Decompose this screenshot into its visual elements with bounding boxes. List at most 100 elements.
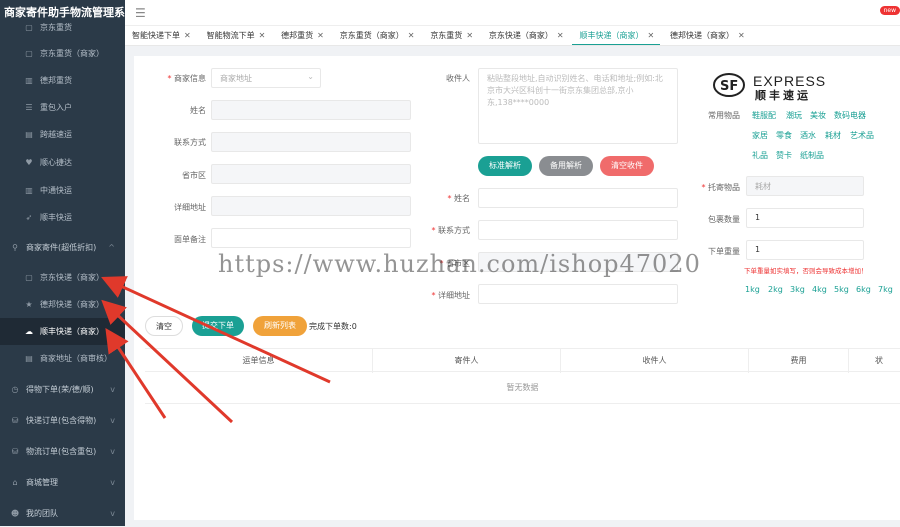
- close-icon[interactable]: ✕: [647, 31, 654, 40]
- chip-item[interactable]: 耗材: [825, 130, 841, 141]
- common-items-label: 常用物品: [708, 111, 740, 120]
- refresh-list-button[interactable]: 刷新列表: [253, 316, 307, 336]
- weight-warning: 下单重量如实填写，否则会导致成本增加！: [744, 267, 868, 275]
- parcel-count-input[interactable]: 1: [746, 208, 864, 228]
- close-icon[interactable]: ✕: [557, 31, 564, 40]
- chip-item[interactable]: 零食: [776, 130, 792, 141]
- close-icon[interactable]: ✕: [466, 31, 473, 40]
- tab-jd-express-merchant[interactable]: 京东快递（商家） ✕: [482, 26, 570, 45]
- table-empty-state: 暂无数据: [145, 372, 900, 404]
- goods-input[interactable]: 耗材: [746, 176, 864, 196]
- sender-contact-input[interactable]: [211, 132, 411, 152]
- chip-item[interactable]: 潮玩: [786, 110, 802, 121]
- submit-order-button[interactable]: 提交下单: [192, 316, 244, 336]
- chip-item[interactable]: 艺术品: [850, 130, 874, 141]
- sender-region-input[interactable]: [211, 164, 411, 184]
- kg-option[interactable]: 6kg: [856, 285, 871, 294]
- kg-option[interactable]: 4kg: [812, 285, 827, 294]
- sidebar-group-team[interactable]: ☻ 我的团队 v: [0, 500, 125, 527]
- sidebar-item-deppon-express-merchant[interactable]: ★ 德邦快递（商家）: [0, 291, 125, 318]
- sidebar-group-merchant-send[interactable]: ⚲ 商家寄件(超低折扣) ^: [0, 234, 125, 261]
- sidebar-item-label: 得物下单(荣/德/顺): [26, 385, 94, 394]
- receiver-paste-textarea[interactable]: 粘贴整段地址,自动识别姓名、电话和地址;例如:北京市大兴区科创十一街京东集团总部…: [478, 68, 678, 144]
- chip-item[interactable]: 数码电器: [834, 110, 866, 121]
- receiver-label: 收件人: [446, 74, 470, 83]
- receiver-contact-input[interactable]: [478, 220, 678, 240]
- sidebar-item-jd-heavy[interactable]: ▢ 京东重货: [0, 14, 125, 41]
- merchant-address-select[interactable]: 商家地址 ⌄: [211, 68, 321, 88]
- sidebar-item-label: 我的团队: [26, 509, 58, 518]
- kg-option[interactable]: 5kg: [834, 285, 849, 294]
- sidebar-group-mall[interactable]: ⌂ 商城管理 v: [0, 469, 125, 496]
- close-icon[interactable]: ✕: [738, 31, 745, 40]
- kg-option[interactable]: 7kg: [878, 285, 893, 294]
- sidebar-item-jd-express-merchant[interactable]: ▢ 京东快递（商家）: [0, 264, 125, 291]
- clear-receiver-button[interactable]: 清空收件: [600, 156, 654, 176]
- sidebar-group-logistics-orders[interactable]: ⛁ 物流订单(包含重包) v: [0, 438, 125, 465]
- weight-input[interactable]: 1: [746, 240, 864, 260]
- chip-item[interactable]: 家居: [752, 130, 768, 141]
- receiver-region-input[interactable]: [478, 252, 678, 272]
- backup-parse-button[interactable]: 备用解析: [539, 156, 593, 176]
- chip-item[interactable]: 酒水: [800, 130, 816, 141]
- sidebar-item-heavy-home[interactable]: ☰ 重包入户: [0, 94, 125, 121]
- sidebar-item-label: 京东快递（商家）: [40, 273, 104, 282]
- chevron-up-icon: ^: [108, 243, 115, 252]
- select-placeholder: 商家地址: [220, 74, 252, 83]
- chip-item[interactable]: 纸制品: [800, 150, 824, 161]
- tab-label: 京东快递（商家）: [488, 31, 553, 40]
- sidebar-group-dewu-order[interactable]: ◷ 得物下单(荣/德/顺) v: [0, 376, 125, 403]
- sidebar-item-sf-express-merchant[interactable]: ☁ 顺丰快递（商家）: [0, 318, 125, 345]
- sidebar-item-deppon-heavy[interactable]: ▥ 德邦重货: [0, 67, 125, 94]
- tab-deppon-express-merchant[interactable]: 德邦快递（商家） ✕: [663, 26, 751, 45]
- chip-item[interactable]: 礼品: [752, 150, 768, 161]
- col-sender: 寄件人: [373, 349, 561, 373]
- close-icon[interactable]: ✕: [184, 31, 191, 40]
- close-icon[interactable]: ✕: [317, 31, 324, 40]
- sidebar-item-merchant-address[interactable]: ▤ 商家地址（商审核）: [0, 345, 125, 372]
- receiver-address-label: * 详细地址: [431, 291, 470, 300]
- user-icon: ☻: [10, 509, 20, 518]
- clear-button[interactable]: 清空: [145, 316, 183, 336]
- list-icon: ☰: [25, 103, 33, 112]
- tab-jd-heavy[interactable]: 京东重货 ✕: [423, 26, 479, 45]
- kg-option[interactable]: 2kg: [768, 285, 783, 294]
- note-label: 面单备注: [174, 235, 206, 244]
- chevron-down-icon: v: [110, 416, 115, 425]
- receiver-address-input[interactable]: [478, 284, 678, 304]
- sidebar-item-kuayue[interactable]: ▤ 跨越速运: [0, 121, 125, 148]
- tab-deppon-heavy[interactable]: 德邦重货 ✕: [274, 26, 330, 45]
- standard-parse-button[interactable]: 标准解析: [478, 156, 532, 176]
- sf-logo-icon: SF: [713, 73, 745, 97]
- tab-bar: 智能快递下单 ✕ 智能物流下单 ✕ 德邦重货 ✕ 京东重货（商家） ✕ 京东重货 ✕ 京东…: [125, 26, 900, 46]
- send-icon: ➶: [25, 213, 33, 222]
- sidebar-item-jd-heavy-merchant[interactable]: ▢ 京东重货（商家）: [0, 40, 125, 67]
- sidebar-item-label: 商家地址（商审核）: [40, 354, 112, 363]
- kg-option[interactable]: 3kg: [790, 285, 805, 294]
- chip-item[interactable]: 美妆: [810, 110, 826, 121]
- doc-icon: ▤: [25, 354, 33, 363]
- receiver-name-input[interactable]: [478, 188, 678, 208]
- tab-smart-express[interactable]: 智能快递下单 ✕: [125, 26, 197, 45]
- sidebar-item-shunxin[interactable]: ♥ 顺心捷达: [0, 149, 125, 176]
- sidebar-item-zto-freight[interactable]: ▥ 中通快运: [0, 177, 125, 204]
- menu-toggle-icon[interactable]: ☰: [135, 6, 146, 20]
- tab-sf-express-merchant[interactable]: 顺丰快递（商家） ✕: [572, 26, 661, 45]
- tab-smart-logistics[interactable]: 智能物流下单 ✕: [200, 26, 272, 45]
- note-input[interactable]: [211, 228, 411, 248]
- sender-address-label: 详细地址: [174, 203, 206, 212]
- tab-jd-heavy-merchant[interactable]: 京东重货（商家） ✕: [333, 26, 421, 45]
- heart-icon: ♥: [25, 158, 33, 167]
- close-icon[interactable]: ✕: [408, 31, 415, 40]
- done-count-text: 完成下单数:0: [309, 322, 357, 331]
- close-icon[interactable]: ✕: [259, 31, 266, 40]
- kg-option[interactable]: 1kg: [745, 285, 760, 294]
- chip-item[interactable]: 赞卡: [776, 150, 792, 161]
- sender-name-input[interactable]: [211, 100, 411, 120]
- sender-name-label: 姓名: [190, 106, 206, 115]
- chip-item[interactable]: 鞋服配: [752, 110, 776, 121]
- sidebar-group-express-orders[interactable]: ⛁ 快递订单(包含得物) v: [0, 407, 125, 434]
- sender-address-input[interactable]: [211, 196, 411, 216]
- sidebar-item-label: 京东重货（商家）: [40, 49, 104, 58]
- sidebar-item-sf-freight[interactable]: ➶ 顺丰快运: [0, 204, 125, 231]
